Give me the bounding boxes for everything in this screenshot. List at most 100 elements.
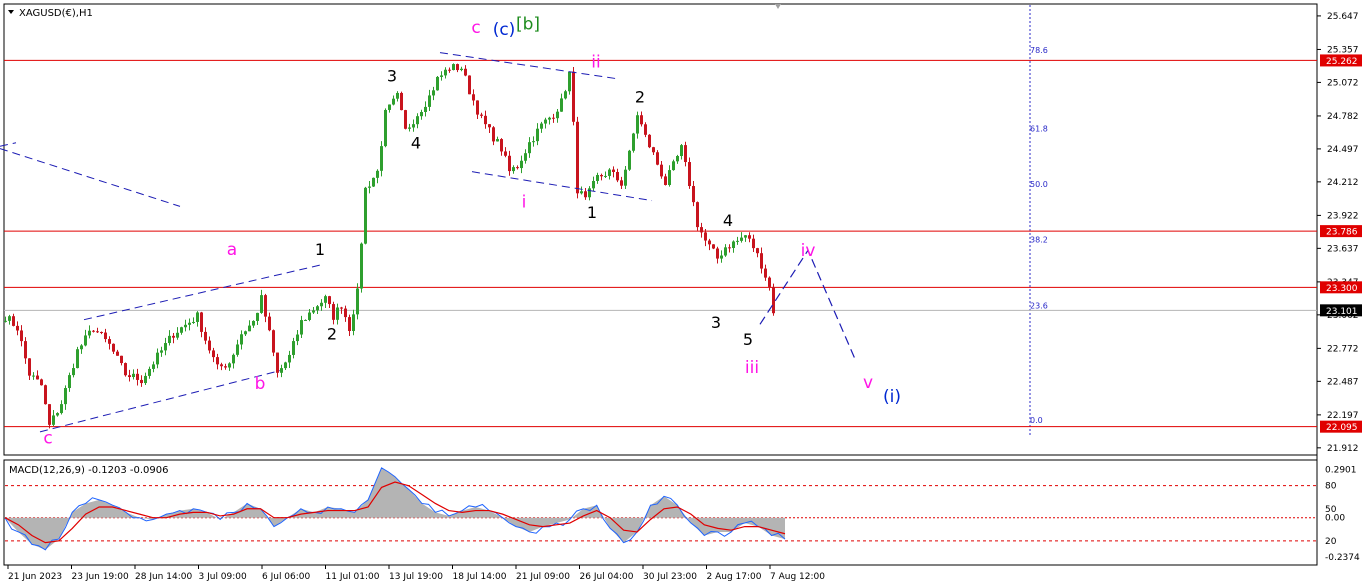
candle-body bbox=[8, 316, 11, 321]
candle-body bbox=[712, 244, 715, 249]
candle-body bbox=[720, 255, 723, 259]
candle-body bbox=[664, 176, 667, 185]
time-tick-label: 3 Jul 09:00 bbox=[199, 572, 248, 582]
candle-body bbox=[524, 153, 527, 161]
candle-body bbox=[432, 90, 435, 96]
candle-body bbox=[196, 312, 199, 322]
wave-label: i bbox=[522, 193, 527, 213]
candle-body bbox=[184, 324, 187, 328]
candle-body bbox=[460, 68, 463, 71]
level-price-badge-label: 23.786 bbox=[1326, 228, 1358, 238]
candle-body bbox=[244, 331, 247, 335]
candle-body bbox=[436, 76, 439, 91]
candle-body bbox=[552, 117, 555, 119]
candle-body bbox=[368, 186, 371, 188]
candle-body bbox=[144, 375, 147, 384]
wave-label: 3 bbox=[387, 66, 397, 85]
candle-body bbox=[488, 124, 491, 128]
candle-body bbox=[64, 388, 67, 405]
candle-body bbox=[520, 160, 523, 169]
candle-body bbox=[352, 314, 355, 331]
fib-level-label: 78.6 bbox=[1030, 46, 1048, 55]
candle-body bbox=[40, 379, 43, 386]
candle-body bbox=[36, 375, 39, 380]
candle-body bbox=[128, 375, 131, 378]
candle-body bbox=[60, 404, 63, 414]
wave-label: c bbox=[43, 428, 52, 448]
fib-level-label: 38.2 bbox=[1030, 236, 1048, 245]
macd-tick-label: -0.2374 bbox=[1325, 553, 1360, 563]
candle-body bbox=[124, 363, 127, 376]
candle-body bbox=[308, 312, 311, 320]
candle-body bbox=[4, 320, 7, 322]
time-tick-label: 30 Jul 23:00 bbox=[643, 572, 697, 582]
candle-body bbox=[400, 92, 403, 111]
fib-level-label: 0.0 bbox=[1030, 416, 1043, 425]
candle-body bbox=[756, 248, 759, 254]
candle-body bbox=[116, 351, 119, 356]
wave-label: 2 bbox=[327, 324, 337, 343]
candle-body bbox=[20, 330, 23, 342]
candle-body bbox=[412, 124, 415, 128]
candle-body bbox=[624, 169, 627, 186]
candle-body bbox=[724, 247, 727, 256]
wave-label: 1 bbox=[587, 203, 597, 222]
candle-body bbox=[680, 145, 683, 156]
candle-body bbox=[252, 320, 255, 326]
candle-body bbox=[696, 202, 699, 228]
candle-body bbox=[236, 344, 239, 355]
candle-body bbox=[80, 345, 83, 350]
candle-body bbox=[148, 368, 151, 376]
candle-body bbox=[600, 175, 603, 177]
candle-body bbox=[716, 248, 719, 259]
candle-body bbox=[52, 415, 55, 425]
candle-body bbox=[464, 68, 467, 76]
candle-body bbox=[444, 69, 447, 76]
candle-body bbox=[584, 191, 587, 198]
candle-body bbox=[96, 331, 99, 333]
wave-label: 4 bbox=[411, 134, 421, 153]
candle-body bbox=[192, 321, 195, 323]
fib-level-label: 50.0 bbox=[1030, 180, 1048, 189]
candle-body bbox=[768, 277, 771, 287]
candle-body bbox=[72, 368, 75, 376]
level-price-badge-label: 23.300 bbox=[1326, 284, 1358, 294]
candle-body bbox=[168, 335, 171, 344]
candle-body bbox=[272, 330, 275, 353]
candle-body bbox=[744, 235, 747, 238]
candle-body bbox=[104, 332, 107, 340]
candle-body bbox=[604, 175, 607, 177]
time-tick-label: 26 Jul 04:00 bbox=[580, 572, 634, 582]
candle-body bbox=[448, 69, 451, 71]
candle-body bbox=[592, 180, 595, 189]
candle-body bbox=[532, 141, 535, 143]
candle-body bbox=[640, 115, 643, 125]
candle-body bbox=[728, 247, 731, 249]
wave-label: 5 bbox=[743, 330, 753, 349]
candle-body bbox=[208, 340, 211, 351]
candle-body bbox=[108, 339, 111, 344]
wave-label: v bbox=[863, 373, 873, 393]
main-panel-frame bbox=[3, 3, 1318, 456]
candle-body bbox=[644, 124, 647, 135]
candle-body bbox=[268, 316, 271, 331]
candle-body bbox=[224, 366, 227, 368]
candle-body bbox=[492, 127, 495, 142]
candle-body bbox=[344, 308, 347, 318]
candle-body bbox=[392, 98, 395, 105]
macd-tick-label: 80 bbox=[1325, 482, 1337, 492]
candle-body bbox=[172, 335, 175, 338]
candle-body bbox=[736, 240, 739, 242]
candle-body bbox=[568, 71, 571, 92]
macd-tick-label: 0.2901 bbox=[1325, 466, 1357, 476]
candle-body bbox=[588, 188, 591, 198]
candle-body bbox=[16, 325, 19, 331]
time-tick-label: 23 Jun 19:00 bbox=[72, 572, 129, 582]
candle-body bbox=[656, 152, 659, 165]
candle-body bbox=[576, 121, 579, 194]
candle-body bbox=[496, 139, 499, 142]
wave-label: 1 bbox=[315, 240, 325, 259]
time-tick-label: 18 Jul 14:00 bbox=[453, 572, 507, 582]
candle-body bbox=[68, 375, 71, 389]
candle-body bbox=[668, 170, 671, 185]
